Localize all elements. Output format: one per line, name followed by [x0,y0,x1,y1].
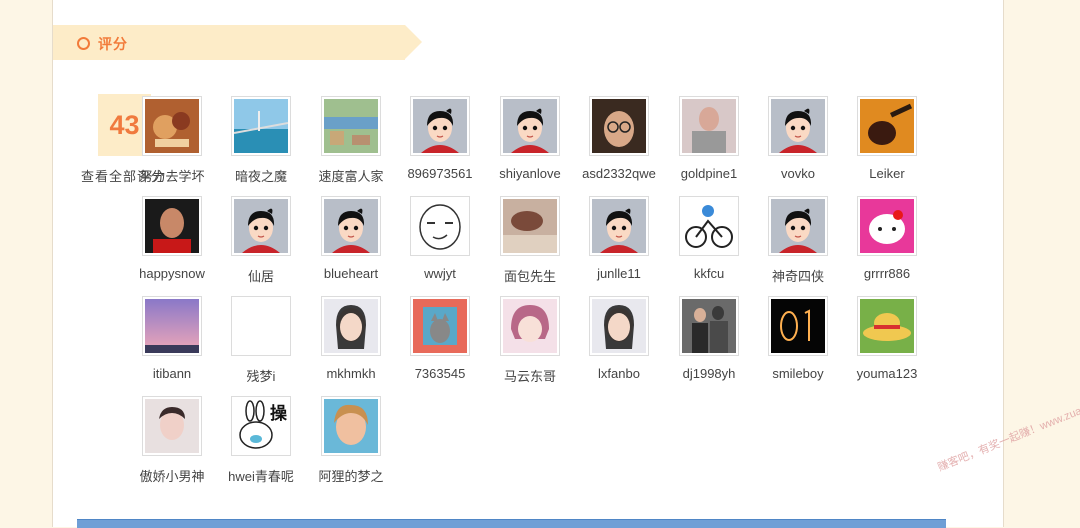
bridge-photo-avatar[interactable] [231,96,291,156]
rater-name[interactable]: lxfanbo [574,366,664,381]
default-avatar-avatar[interactable] [589,196,649,256]
rater-name[interactable]: happysnow [127,266,217,281]
rater-name[interactable]: 速度富人家 [306,166,396,185]
rater-item[interactable]: Leiker [842,96,932,192]
footballer-photo-avatar[interactable] [142,196,202,256]
rater-name[interactable]: dj1998yh [664,366,754,381]
rater-item[interactable]: 面包先生 [485,196,575,292]
rater-item[interactable]: 仙居 [216,196,306,292]
food-photo-avatar[interactable] [142,96,202,156]
rater-name[interactable]: mkhmkh [306,366,396,381]
street-photo-avatar[interactable] [679,296,739,356]
rater-item[interactable]: 马云东哥 [485,296,575,392]
girl-photo-avatar[interactable] [589,296,649,356]
blank-avatar-avatar[interactable] [231,296,291,356]
rater-item[interactable]: 操 hwei青春呢 [216,396,306,492]
rater-name[interactable]: blueheart [306,266,396,281]
rater-name[interactable]: youma123 [842,366,932,381]
child-photo-avatar[interactable] [321,396,381,456]
default-avatar-avatar[interactable] [500,96,560,156]
city-aerial-photo-avatar[interactable] [321,96,381,156]
rater-item[interactable]: youma123 [842,296,932,392]
sticker-text: 操 [270,404,287,423]
rater-item[interactable]: happysnow [127,196,217,292]
meme-face-avatar[interactable] [410,196,470,256]
portrait-photo-avatar[interactable] [142,396,202,456]
rater-name[interactable]: 暗夜之魔 [216,166,306,185]
rater-item[interactable]: dj1998yh [664,296,754,392]
rater-name[interactable]: junlle11 [574,266,664,281]
rater-name[interactable]: grrrr886 [842,266,932,281]
rater-item[interactable]: 傲娇小男神 [127,396,217,492]
rater-item[interactable]: shiyanlove [485,96,575,192]
rating-panel: 评分 43 查看全部评分 努力去学坏 暗夜之魔 速度富人家 896973561 shiy… [52,0,1004,528]
default-avatar-avatar[interactable] [231,196,291,256]
rater-item[interactable]: 努力去学坏 [127,96,217,192]
rabbit-sticker-avatar[interactable]: 操 [231,396,291,456]
rater-name[interactable]: 马云东哥 [485,366,575,385]
rater-name[interactable]: 7363545 [395,366,485,381]
hello-kitty-avatar[interactable] [857,196,917,256]
rater-item[interactable]: smileboy [753,296,843,392]
rater-item[interactable]: mkhmkh [306,296,396,392]
rater-name[interactable]: hwei青春呢 [216,466,306,485]
rater-name[interactable]: 残梦i [216,366,306,385]
rater-item[interactable]: wwjyt [395,196,485,292]
person-with-glasses-photo-avatar[interactable] [589,96,649,156]
rater-name[interactable]: vovko [753,166,843,181]
rater-name[interactable]: Leiker [842,166,932,181]
rater-item[interactable]: 神奇四侠 [753,196,843,292]
rater-item[interactable]: 速度富人家 [306,96,396,192]
girl-photo-avatar[interactable] [321,296,381,356]
rater-item[interactable]: 896973561 [395,96,485,192]
straw-hat-avatar[interactable] [857,296,917,356]
rater-name[interactable]: smileboy [753,366,843,381]
ring-icon [77,37,90,50]
rater-item[interactable]: 残梦i [216,296,306,392]
rater-item[interactable]: blueheart [306,196,396,292]
default-avatar-avatar[interactable] [768,196,828,256]
rater-name[interactable]: 神奇四侠 [753,266,843,285]
dim-photo-avatar[interactable] [500,196,560,256]
rater-name[interactable]: wwjyt [395,266,485,281]
section-header: 评分 [53,25,422,60]
rater-name[interactable]: 面包先生 [485,266,575,285]
rater-name[interactable]: 傲娇小男神 [127,466,217,485]
rater-name[interactable]: 阿狸的梦之 [306,466,396,485]
anime-character-avatar[interactable] [500,296,560,356]
rater-item[interactable]: goldpine1 [664,96,754,192]
rater-name[interactable]: itibann [127,366,217,381]
rater-item[interactable]: asd2332qwe [574,96,664,192]
cyclist-cartoon-avatar[interactable] [679,196,739,256]
sparkler-01-avatar[interactable] [768,296,828,356]
rater-name[interactable]: asd2332qwe [574,166,664,181]
rater-item[interactable]: lxfanbo [574,296,664,392]
section-title: 评分 [98,36,128,52]
rater-name[interactable]: kkfcu [664,266,754,281]
default-avatar-avatar[interactable] [410,96,470,156]
rater-item[interactable]: grrrr886 [842,196,932,292]
default-avatar-avatar[interactable] [768,96,828,156]
rater-name[interactable]: 896973561 [395,166,485,181]
guitar-photo-avatar[interactable] [857,96,917,156]
rater-item[interactable]: junlle11 [574,196,664,292]
rater-name[interactable]: 仙居 [216,266,306,285]
cat-drawing-avatar[interactable] [410,296,470,356]
rater-name[interactable]: shiyanlove [485,166,575,181]
default-avatar-avatar[interactable] [321,196,381,256]
rater-item[interactable]: 阿狸的梦之 [306,396,396,492]
sunset-sky-photo-avatar[interactable] [142,296,202,356]
rater-name[interactable]: 努力去学坏 [127,166,217,185]
rater-item[interactable]: itibann [127,296,217,392]
rater-item[interactable]: 暗夜之魔 [216,96,306,192]
rater-item[interactable]: kkfcu [664,196,754,292]
rater-item[interactable]: 7363545 [395,296,485,392]
person-photo-avatar[interactable] [679,96,739,156]
rater-name[interactable]: goldpine1 [664,166,754,181]
rater-item[interactable]: vovko [753,96,843,192]
